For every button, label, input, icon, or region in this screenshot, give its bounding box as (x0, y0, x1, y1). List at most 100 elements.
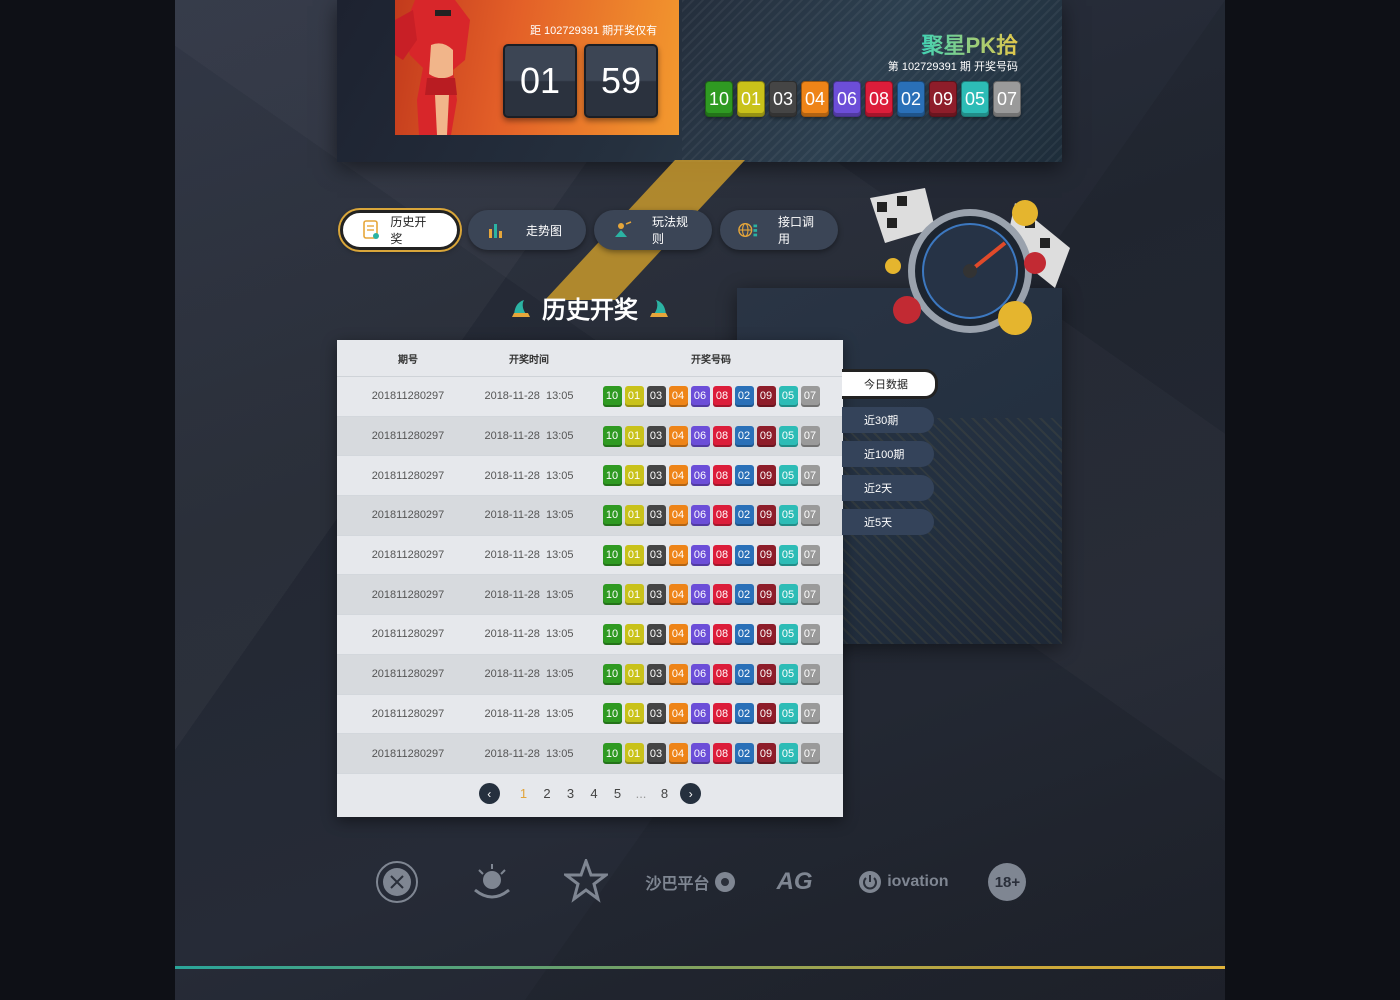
number-ball: 06 (690, 425, 710, 447)
time-cell: 2018-11-28 13:05 (484, 430, 574, 443)
number-ball: 02 (734, 623, 754, 645)
numbers-cell: 10 01 03 04 06 08 02 09 05 07 (579, 663, 843, 685)
filter-today[interactable]: 今日数据 (842, 369, 938, 399)
number-ball: 08 (712, 584, 732, 606)
time-cell: 2018-11-28 13:05 (484, 707, 574, 720)
prev-page-button[interactable]: ‹ (478, 783, 500, 804)
number-ball: 05 (778, 743, 798, 765)
number-ball: 05 (778, 584, 798, 606)
saba-logo: 沙巴平台 (634, 870, 748, 894)
number-ball: 04 (668, 385, 688, 407)
number-ball: 02 (734, 425, 754, 447)
number-ball: 08 (712, 465, 732, 487)
number-ball: 07 (800, 385, 820, 407)
time-cell: 2018-11-28 13:05 (484, 509, 574, 522)
number-ball: 03 (646, 465, 666, 487)
decor-left-icon (512, 299, 530, 317)
nav-tabs: 历史开奖 走势图 玩法规则 接口调用 (340, 210, 838, 250)
page-5[interactable]: 5 (606, 786, 630, 801)
tab-api[interactable]: 接口调用 (720, 210, 838, 250)
number-ball: 08 (712, 623, 732, 645)
number-ball: 08 (712, 703, 732, 725)
globe-icon (738, 220, 758, 240)
number-ball: 04 (668, 663, 688, 685)
issue-cell: 201811280297 (371, 549, 445, 562)
number-ball: 01 (624, 743, 644, 765)
number-ball: 10 (602, 385, 622, 407)
number-ball: 08 (712, 663, 732, 685)
time-cell: 2018-11-28 13:05 (484, 747, 574, 760)
number-ball: 03 (646, 425, 666, 447)
page-4[interactable]: 4 (582, 786, 606, 801)
number-ball: 06 (690, 385, 710, 407)
number-ball: 03 (646, 544, 666, 566)
tab-rules[interactable]: 玩法规则 (594, 210, 712, 250)
number-ball: 05 (778, 703, 798, 725)
draw-number-ball: 03 (769, 81, 797, 117)
issue-cell: 201811280297 (371, 707, 445, 720)
filter-5-days[interactable]: 近5天 (842, 509, 934, 535)
number-ball: 05 (778, 385, 798, 407)
header-banner: 距 102729391 期开奖仅有 01 59 聚星PK拾 第 10272939… (337, 0, 1062, 162)
range-filter: 今日数据 近30期 近100期 近2天 近5天 (842, 369, 938, 535)
table-row: 201811280297 2018-11-28 13:05 10 01 03 04 06 08… (337, 734, 843, 774)
tab-trend[interactable]: 走势图 (468, 210, 586, 250)
number-ball: 03 (646, 504, 666, 526)
table-header: 期号 开奖时间 开奖号码 (337, 340, 843, 377)
partner-logos: 沙巴平台 AG iovation 18+ (350, 857, 1050, 907)
time-cell: 2018-11-28 13:05 (484, 390, 574, 403)
number-ball: 10 (602, 623, 622, 645)
time-cell: 2018-11-28 13:05 (484, 588, 574, 601)
filter-2-days[interactable]: 近2天 (842, 475, 934, 501)
pagcor-logo (445, 860, 540, 904)
number-ball: 01 (624, 703, 644, 725)
number-ball: 10 (602, 663, 622, 685)
number-ball: 04 (668, 743, 688, 765)
number-ball: 09 (756, 425, 776, 447)
number-ball: 09 (756, 623, 776, 645)
issue-cell: 201811280297 (371, 747, 445, 760)
number-ball: 04 (668, 703, 688, 725)
numbers-cell: 10 01 03 04 06 08 02 09 05 07 (579, 703, 843, 725)
table-row: 201811280297 2018-11-28 13:05 10 01 03 04 06 08… (337, 456, 843, 497)
number-ball: 06 (690, 465, 710, 487)
table-row: 201811280297 2018-11-28 13:05 10 01 03 04 06 08… (337, 377, 843, 417)
page-8[interactable]: 8 (653, 786, 677, 801)
number-ball: 01 (624, 623, 644, 645)
time-cell: 2018-11-28 13:05 (484, 668, 574, 681)
number-ball: 07 (800, 504, 820, 526)
numbers-cell: 10 01 03 04 06 08 02 09 05 07 (579, 623, 843, 645)
page-2[interactable]: 2 (535, 786, 559, 801)
number-ball: 09 (756, 584, 776, 606)
draw-number-ball: 01 (737, 81, 765, 117)
decor-right-icon (650, 299, 668, 317)
number-ball: 09 (756, 544, 776, 566)
numbers-cell: 10 01 03 04 06 08 02 09 05 07 (579, 504, 843, 526)
countdown-seconds: 59 (584, 44, 658, 118)
page-3[interactable]: 3 (559, 786, 583, 801)
filter-100-issues[interactable]: 近100期 (842, 441, 934, 467)
number-ball: 04 (668, 465, 688, 487)
number-ball: 01 (624, 504, 644, 526)
number-ball: 05 (778, 544, 798, 566)
time-cell: 2018-11-28 13:05 (484, 469, 574, 482)
tab-history[interactable]: 历史开奖 (340, 210, 460, 250)
draw-caption: 第 102729391 期 开奖号码 (887, 61, 1018, 73)
next-page-button[interactable]: › (680, 783, 702, 804)
number-ball: 07 (800, 743, 820, 765)
draw-number-ball: 02 (897, 81, 925, 117)
number-ball: 07 (800, 544, 820, 566)
number-ball: 01 (624, 663, 644, 685)
draw-number-ball: 10 (705, 81, 733, 117)
number-ball: 08 (712, 385, 732, 407)
page: 距 102729391 期开奖仅有 01 59 聚星PK拾 第 10272939… (175, 0, 1225, 1000)
number-ball: 01 (624, 544, 644, 566)
table-row: 201811280297 2018-11-28 13:05 10 01 03 04 06 08… (337, 654, 843, 695)
number-ball: 02 (734, 385, 754, 407)
filter-30-issues[interactable]: 近30期 (842, 407, 934, 433)
issue-cell: 201811280297 (371, 390, 445, 403)
issue-cell: 201811280297 (371, 469, 445, 482)
page-1[interactable]: 1 (512, 786, 536, 801)
number-ball: 08 (712, 743, 732, 765)
number-ball: 07 (800, 703, 820, 725)
